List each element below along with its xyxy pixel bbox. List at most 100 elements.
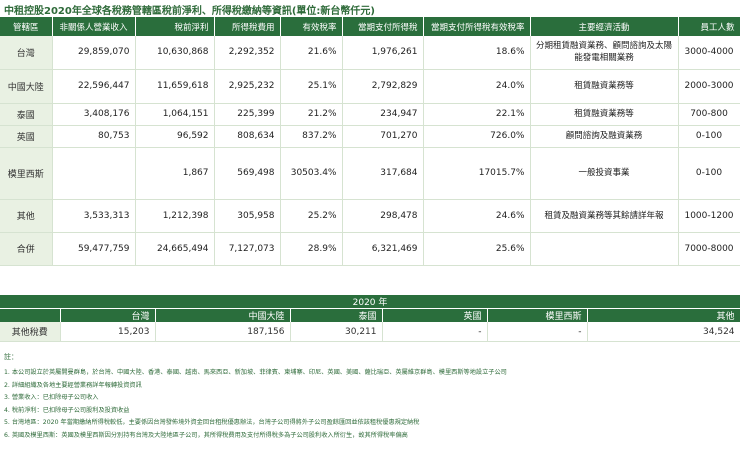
other-tax-table: 2020 年 台灣 中國大陸 泰國 英國 模里西斯 其他 其他稅費 15,203…	[0, 295, 740, 342]
eff-rate-cell: 21.2%	[280, 103, 343, 126]
region-cell: 英國	[0, 125, 53, 148]
region-cell: 台灣	[0, 36, 53, 70]
table-row-total: 合併 59,477,759 24,665,494 7,127,073 28.9%…	[0, 232, 740, 266]
tax-expense-cell: 305,958	[214, 199, 281, 233]
employees-cell: 3000-4000	[678, 36, 740, 70]
paid-rate-cell: 24.0%	[423, 69, 531, 104]
note-item: 4. 稅前淨利：已扣除母子公司股利及投資收益	[4, 406, 130, 414]
region-cell: 中國大陸	[0, 69, 53, 104]
employees-cell: 0-100	[678, 147, 740, 200]
note-item: 6. 英國及模里西斯：英國及模里西斯因分別持有台灣及大陸地區子公司，其所得稅費用…	[4, 431, 408, 439]
col-header: 其他	[587, 308, 740, 322]
employees-cell: 1000-1200	[678, 199, 740, 233]
col-header: 中國大陸	[155, 308, 291, 322]
paid-rate-cell: 18.6%	[423, 36, 531, 70]
value-cell: 15,203	[60, 322, 156, 342]
activity-cell: 租賃融資業務等	[530, 103, 679, 126]
employees-cell: 7000-8000	[678, 232, 740, 266]
eff-rate-cell: 28.9%	[280, 232, 343, 266]
notes-heading: 註：	[4, 353, 18, 361]
tax-expense-cell: 7,127,073	[214, 232, 281, 266]
value-cell: -	[487, 322, 588, 342]
pretax-cell: 11,659,618	[135, 69, 215, 104]
revenue-cell	[52, 147, 136, 200]
table-row: 其他 3,533,313 1,212,398 305,958 25.2% 298…	[0, 199, 740, 233]
activity-cell: 顧問諮詢及融資業務	[530, 125, 679, 148]
revenue-cell: 59,477,759	[52, 232, 136, 266]
eff-rate-cell: 21.6%	[280, 36, 343, 70]
paid-rate-cell: 25.6%	[423, 232, 531, 266]
col-header: 模里西斯	[487, 308, 588, 322]
activity-cell: 分期租賃融資業務、顧問諮詢及太陽能發電相關業務	[530, 36, 679, 70]
col-header: 主要經濟活動	[530, 17, 679, 36]
revenue-cell: 80,753	[52, 125, 136, 148]
employees-cell: 700-800	[678, 103, 740, 126]
col-header: 員工人數	[678, 17, 740, 36]
pretax-cell: 24,665,494	[135, 232, 215, 266]
revenue-cell: 3,408,176	[52, 103, 136, 126]
col-header: 有效稅率	[280, 17, 343, 36]
table-row: 泰國 3,408,176 1,064,151 225,399 21.2% 234…	[0, 103, 740, 126]
employees-cell: 0-100	[678, 125, 740, 148]
revenue-cell: 29,859,070	[52, 36, 136, 70]
value-cell: -	[382, 322, 488, 342]
value-cell: 187,156	[155, 322, 291, 342]
note-item: 5. 台灣地區：2020 年當期繳納所得稅較低，主要係因台灣發佈境外資金回台租稅…	[4, 419, 420, 426]
tax-paid-cell: 701,270	[342, 125, 424, 148]
col-header: 稅前淨利	[135, 17, 215, 36]
year-header-row: 2020 年	[0, 295, 740, 309]
tax-expense-cell: 808,634	[214, 125, 281, 148]
pretax-cell: 1,212,398	[135, 199, 215, 233]
table-header-row: 管轄區 非關係人營業收入 稅前淨利 所得稅費用 有效稅率 當期支付所得稅 當期支…	[0, 17, 740, 36]
pretax-cell: 1,867	[135, 147, 215, 200]
row-label: 其他稅費	[0, 322, 61, 342]
tax-paid-cell: 317,684	[342, 147, 424, 200]
tax-expense-cell: 225,399	[214, 103, 281, 126]
col-header: 管轄區	[0, 17, 53, 36]
notes-section: 註： 1. 本公司設立於英屬開曼群島，於台灣、中國大陸、香港、泰國、越南、馬來西…	[4, 352, 736, 442]
tax-expense-cell: 2,925,232	[214, 69, 281, 104]
region-header-row: 台灣 中國大陸 泰國 英國 模里西斯 其他	[0, 308, 740, 322]
col-header: 台灣	[60, 308, 156, 322]
eff-rate-cell: 30503.4%	[280, 147, 343, 200]
col-header: 非關係人營業收入	[52, 17, 136, 36]
tax-jurisdiction-table: 管轄區 非關係人營業收入 稅前淨利 所得稅費用 有效稅率 當期支付所得稅 當期支…	[0, 17, 740, 266]
col-header	[0, 308, 61, 322]
year-header: 2020 年	[0, 295, 740, 309]
paid-rate-cell: 24.6%	[423, 199, 531, 233]
value-cell: 34,524	[587, 322, 740, 342]
table-row: 模里西斯 1,867 569,498 30503.4% 317,684 1701…	[0, 147, 740, 200]
tax-expense-cell: 2,292,352	[214, 36, 281, 70]
region-cell: 泰國	[0, 103, 53, 126]
table-row: 中國大陸 22,596,447 11,659,618 2,925,232 25.…	[0, 69, 740, 104]
activity-cell: 租賃及融資業務等其餘請詳年報	[530, 199, 679, 233]
col-header: 當期支付所得稅有效稅率	[423, 17, 531, 36]
table-row: 其他稅費 15,203 187,156 30,211 - - 34,524	[0, 322, 740, 342]
employees-cell: 2000-3000	[678, 69, 740, 104]
pretax-cell: 96,592	[135, 125, 215, 148]
eff-rate-cell: 25.1%	[280, 69, 343, 104]
tax-paid-cell: 6,321,469	[342, 232, 424, 266]
region-cell: 模里西斯	[0, 147, 53, 200]
activity-cell	[530, 232, 679, 266]
paid-rate-cell: 22.1%	[423, 103, 531, 126]
activity-cell: 租賃融資業務等	[530, 69, 679, 104]
note-item: 2. 詳細組織及各地主要經營業務詳年報轉投資資訊	[4, 381, 142, 389]
pretax-cell: 10,630,868	[135, 36, 215, 70]
region-cell: 合併	[0, 232, 53, 266]
note-item: 3. 營業收入：已扣除母子公司收入	[4, 394, 99, 401]
paid-rate-cell: 726.0%	[423, 125, 531, 148]
tax-expense-cell: 569,498	[214, 147, 281, 200]
value-cell: 30,211	[290, 322, 383, 342]
table-row: 英國 80,753 96,592 808,634 837.2% 701,270 …	[0, 125, 740, 148]
col-header: 英國	[382, 308, 488, 322]
col-header: 所得稅費用	[214, 17, 281, 36]
page: 中租控股2020年全球各稅務管轄區稅前淨利、所得稅繳納等資訊(單位:新台幣仟元)…	[0, 0, 740, 460]
tax-paid-cell: 2,792,829	[342, 69, 424, 104]
activity-cell: 一般投資事業	[530, 147, 679, 200]
col-header: 泰國	[290, 308, 383, 322]
tax-paid-cell: 234,947	[342, 103, 424, 126]
paid-rate-cell: 17015.7%	[423, 147, 531, 200]
revenue-cell: 22,596,447	[52, 69, 136, 104]
col-header: 當期支付所得稅	[342, 17, 424, 36]
